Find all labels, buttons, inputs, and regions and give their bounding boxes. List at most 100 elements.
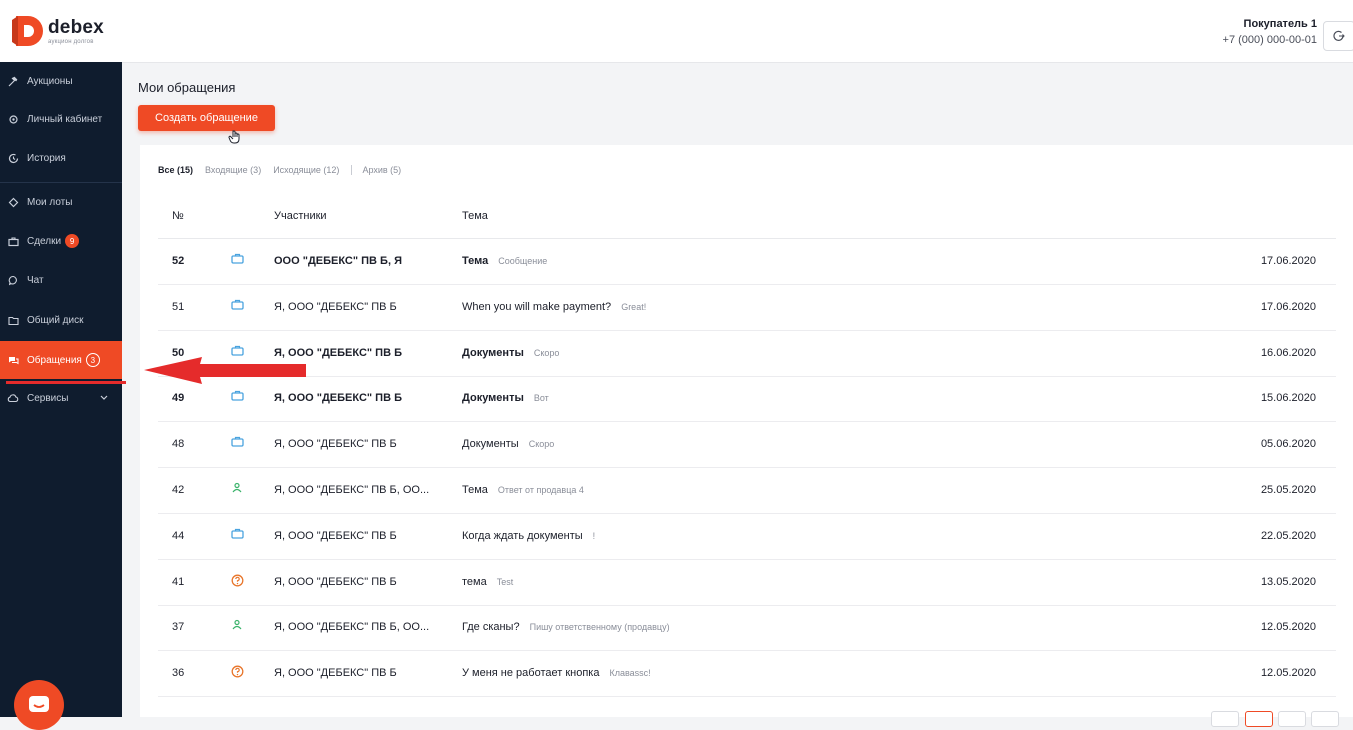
row-id: 44 (172, 529, 185, 542)
filter-outgoing[interactable]: Исходящие (12) (273, 165, 339, 175)
row-date: 22.05.2020 (1260, 529, 1316, 542)
sidebar-item-services[interactable]: Сервисы (0, 379, 122, 417)
filter-archive[interactable]: Архив (5) (362, 165, 401, 175)
row-topic: Когда ждать документы (462, 529, 583, 542)
table-row[interactable]: 48 Я, ООО "ДЕБЕКС" ПВ Б Документы Скоро 05.0… (158, 422, 1336, 469)
history-icon (7, 152, 19, 164)
table-row[interactable]: 51 Я, ООО "ДЕБЕКС" ПВ Б When you will make… (158, 285, 1336, 331)
sidebar-item-requests[interactable]: Обращения 3 (0, 341, 122, 379)
deals-count-badge: 9 (65, 234, 80, 248)
table-row[interactable]: 36 Я, ООО "ДЕБЕКС" ПВ Б У меня не работает… (158, 651, 1336, 698)
user-name: Покупатель 1 (1243, 18, 1317, 30)
pagination-prev[interactable] (1211, 711, 1239, 727)
user-info[interactable]: Покупатель 1 +7 (000) 000-00-01 (1223, 18, 1317, 46)
row-participants: Я, ООО "ДЕБЕКС" ПВ Б (274, 392, 402, 405)
row-preview: Ответ от продавца 4 (497, 485, 584, 495)
sidebar-item-chat[interactable]: Чат (0, 261, 122, 299)
briefcase-icon (231, 528, 244, 542)
row-id: 52 (172, 255, 185, 267)
annotation-arrow-icon (144, 357, 306, 384)
row-participants: Я, ООО "ДЕБЕКС" ПВ Б (274, 300, 397, 313)
row-participants: Я, ООО "ДЕБЕКС" ПВ Б (274, 438, 397, 451)
row-id: 48 (172, 438, 185, 451)
column-topic[interactable]: Тема (462, 210, 488, 222)
briefcase-icon (231, 253, 244, 267)
row-id: 49 (172, 392, 185, 405)
table-row[interactable]: 44 Я, ООО "ДЕБЕКС" ПВ Б Когда ждать докуме… (158, 514, 1336, 560)
table-row[interactable]: 50 Я, ООО "ДЕБЕКС" ПВ Б Документы Скоро 16.0… (158, 331, 1336, 377)
support-chat-button[interactable] (14, 680, 64, 730)
pagination-page[interactable] (1278, 711, 1306, 727)
logo[interactable]: debex аукцион долгов (12, 14, 104, 48)
column-id[interactable]: № (172, 210, 184, 222)
person-icon (231, 619, 243, 633)
row-participants: Я, ООО "ДЕБЕКС" ПВ Б (274, 529, 397, 542)
filter-incoming[interactable]: Входящие (3) (205, 165, 261, 175)
column-participants[interactable]: Участники (274, 210, 327, 222)
row-topic: Тема (462, 255, 489, 267)
row-participants: Я, ООО "ДЕБЕКС" ПВ Б, ОО... (274, 621, 430, 634)
row-preview: Test (496, 576, 514, 587)
top-header: debex аукцион долгов Покупатель 1 +7 (00… (0, 0, 1353, 63)
sidebar-item-history[interactable]: История (0, 139, 122, 177)
table-row[interactable]: 41 Я, ООО "ДЕБЕКС" ПВ Б тема Test 13.05.2020 (158, 560, 1336, 606)
pagination-next[interactable] (1311, 711, 1339, 727)
row-topic-cell: Тема Сообщение (462, 255, 547, 267)
row-topic-cell: When you will make payment? Great! (462, 301, 646, 313)
pagination-page-current[interactable] (1245, 711, 1273, 727)
chevron-down-icon (100, 395, 108, 400)
row-topic: Документы (462, 438, 519, 451)
row-preview: Скоро (533, 347, 560, 358)
create-request-button[interactable]: Создать обращение (138, 105, 275, 131)
row-topic-cell: тема Test (462, 576, 513, 588)
row-topic: тема (462, 575, 487, 588)
row-topic-cell: Документы Скоро (462, 438, 554, 450)
table-row[interactable]: 37 Я, ООО "ДЕБЕКС" ПВ Б, ОО... Где сканы? П… (158, 605, 1336, 652)
row-topic: Документы (462, 346, 524, 359)
row-participants: ООО "ДЕБЕКС" ПВ Б, Я (274, 255, 402, 267)
sidebar-item-auctions[interactable]: Аукционы (0, 62, 122, 100)
briefcase-icon (7, 235, 19, 247)
row-topic: Тема (462, 484, 488, 496)
gavel-icon (7, 75, 19, 87)
page-title: Мои обращения (138, 80, 236, 95)
row-date: 16.06.2020 (1260, 346, 1316, 359)
sidebar-item-label: Аукционы (27, 75, 73, 87)
row-preview: Пишу ответственному (продавцу) (529, 622, 670, 633)
row-date: 15.06.2020 (1260, 392, 1316, 405)
row-topic-cell: Когда ждать документы! (462, 530, 595, 542)
logout-button[interactable] (1323, 21, 1353, 51)
row-date: 12.05.2020 (1260, 621, 1316, 634)
row-date: 05.06.2020 (1260, 438, 1316, 451)
filter-all[interactable]: Все (15) (158, 165, 193, 175)
row-participants: Я, ООО "ДЕБЕКС" ПВ Б, ОО... (274, 484, 430, 496)
sidebar-item-label: Сервисы (27, 392, 69, 404)
sidebar-item-label: Чат (27, 274, 44, 286)
table-row[interactable]: 42 Я, ООО "ДЕБЕКС" ПВ Б, ОО... Тема Ответ о… (158, 468, 1336, 514)
briefcase-icon (231, 299, 244, 313)
table-row[interactable]: 52 ООО "ДЕБЕКС" ПВ Б, Я Тема Сообщение 17.06… (158, 239, 1336, 285)
user-phone: +7 (000) 000-00-01 (1222, 34, 1317, 46)
sidebar-item-my-lots[interactable]: Мои лоты (0, 183, 122, 221)
row-id: 41 (172, 575, 185, 588)
sidebar-item-cabinet[interactable]: Личный кабинет (0, 100, 122, 138)
row-date: 17.06.2020 (1260, 255, 1316, 267)
table-header: № Участники Тема (158, 196, 1336, 239)
briefcase-icon (231, 436, 244, 450)
hand-cursor-icon (228, 130, 240, 144)
request-filters: Все (15) Входящие (3) Исходящие (12) Арх… (158, 165, 413, 175)
row-id: 37 (172, 621, 185, 634)
row-date: 17.06.2020 (1260, 300, 1316, 313)
row-id: 36 (172, 667, 185, 680)
table-row[interactable]: 49 Я, ООО "ДЕБЕКС" ПВ Б Документы Вот 15.06.… (158, 376, 1336, 423)
row-preview: Сообщение (498, 256, 548, 266)
messages-icon (7, 354, 19, 366)
annotation-underline (6, 381, 126, 384)
sidebar-item-deals[interactable]: Сделки 9 (0, 222, 122, 260)
sidebar-item-label: Личный кабинет (27, 113, 103, 125)
row-topic-cell: У меня не работает кнопка Клаваssс! (462, 667, 651, 679)
sidebar-item-shared-disk[interactable]: Общий диск (0, 301, 122, 339)
row-topic: Где сканы? (462, 621, 520, 634)
diamond-icon (7, 196, 19, 208)
row-date: 25.05.2020 (1260, 484, 1316, 496)
